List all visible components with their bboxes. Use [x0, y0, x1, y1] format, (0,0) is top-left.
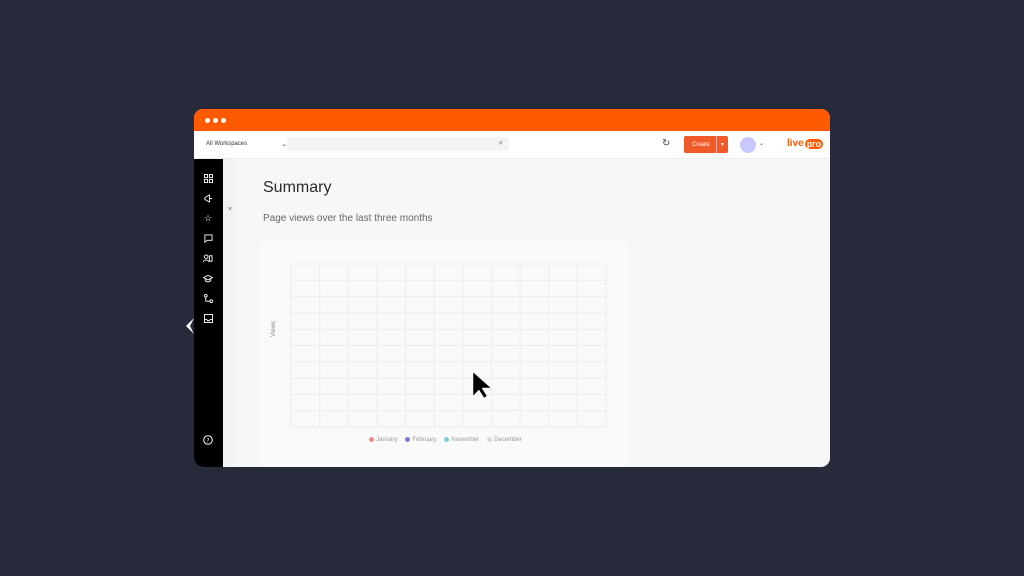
page-subtitle: Page views over the last three months: [263, 213, 433, 224]
legend-swatch: [369, 437, 374, 442]
window-dot[interactable]: [221, 117, 226, 123]
chart-legend: January February November December: [369, 437, 522, 443]
legend-swatch: [444, 437, 450, 442]
logo-live: live: [787, 138, 804, 149]
legend-item[interactable]: February: [405, 437, 436, 443]
window-dot[interactable]: [205, 117, 210, 123]
svg-text:?: ?: [206, 437, 209, 444]
legend-label: November: [451, 437, 480, 444]
users-icon[interactable]: [201, 251, 215, 265]
chevron-down-icon[interactable]: ⌄: [759, 140, 764, 147]
inbox-icon[interactable]: [201, 311, 215, 325]
megaphone-icon[interactable]: [201, 191, 215, 205]
window-dot[interactable]: [213, 117, 218, 123]
chart-card: Views January February November December: [261, 242, 627, 467]
title-bar: [194, 109, 830, 131]
workspace-label: All Workspaces: [206, 141, 248, 147]
page-title: Summary: [263, 179, 332, 196]
message-icon[interactable]: [201, 231, 215, 245]
grid-icon[interactable]: [201, 171, 215, 185]
legend-label: December: [494, 437, 522, 444]
sidebar: ☆ ?: [194, 159, 223, 467]
avatar[interactable]: [740, 137, 756, 153]
search-input[interactable]: ⌕: [287, 137, 509, 151]
page-views-chart: [290, 263, 607, 428]
help-icon[interactable]: ?: [201, 433, 215, 447]
livepro-logo: live pro: [787, 138, 824, 149]
workspace-selector[interactable]: All Workspaces ⌄: [206, 140, 287, 148]
legend-item[interactable]: January: [369, 437, 397, 443]
refresh-icon[interactable]: ↻: [662, 138, 670, 149]
logo-pro: pro: [804, 138, 824, 149]
star-icon[interactable]: ☆: [201, 211, 215, 225]
legend-item[interactable]: November: [444, 437, 479, 443]
y-axis-label: Views: [271, 321, 277, 337]
legend-item[interactable]: December: [487, 437, 522, 443]
chevron-down-icon[interactable]: ▾: [716, 136, 728, 153]
graduation-icon[interactable]: [201, 271, 215, 285]
close-icon[interactable]: ×: [228, 206, 232, 213]
search-icon: ⌕: [498, 138, 503, 147]
app-window: All Workspaces ⌄ ⌕ ↻ Create ▾ ⌄ live pro…: [194, 109, 830, 467]
create-label: Create: [692, 141, 711, 148]
top-bar: All Workspaces ⌄ ⌕ ↻ Create ▾ ⌄ live pro: [194, 131, 830, 159]
workflow-icon[interactable]: [201, 291, 215, 305]
legend-swatch: [487, 437, 493, 442]
legend-label: January: [376, 437, 398, 444]
mouse-cursor: [472, 371, 492, 399]
create-button[interactable]: Create ▾: [684, 136, 728, 153]
cursor-arrow-icon: [186, 318, 194, 334]
legend-swatch: [405, 437, 411, 442]
legend-label: February: [412, 437, 437, 444]
